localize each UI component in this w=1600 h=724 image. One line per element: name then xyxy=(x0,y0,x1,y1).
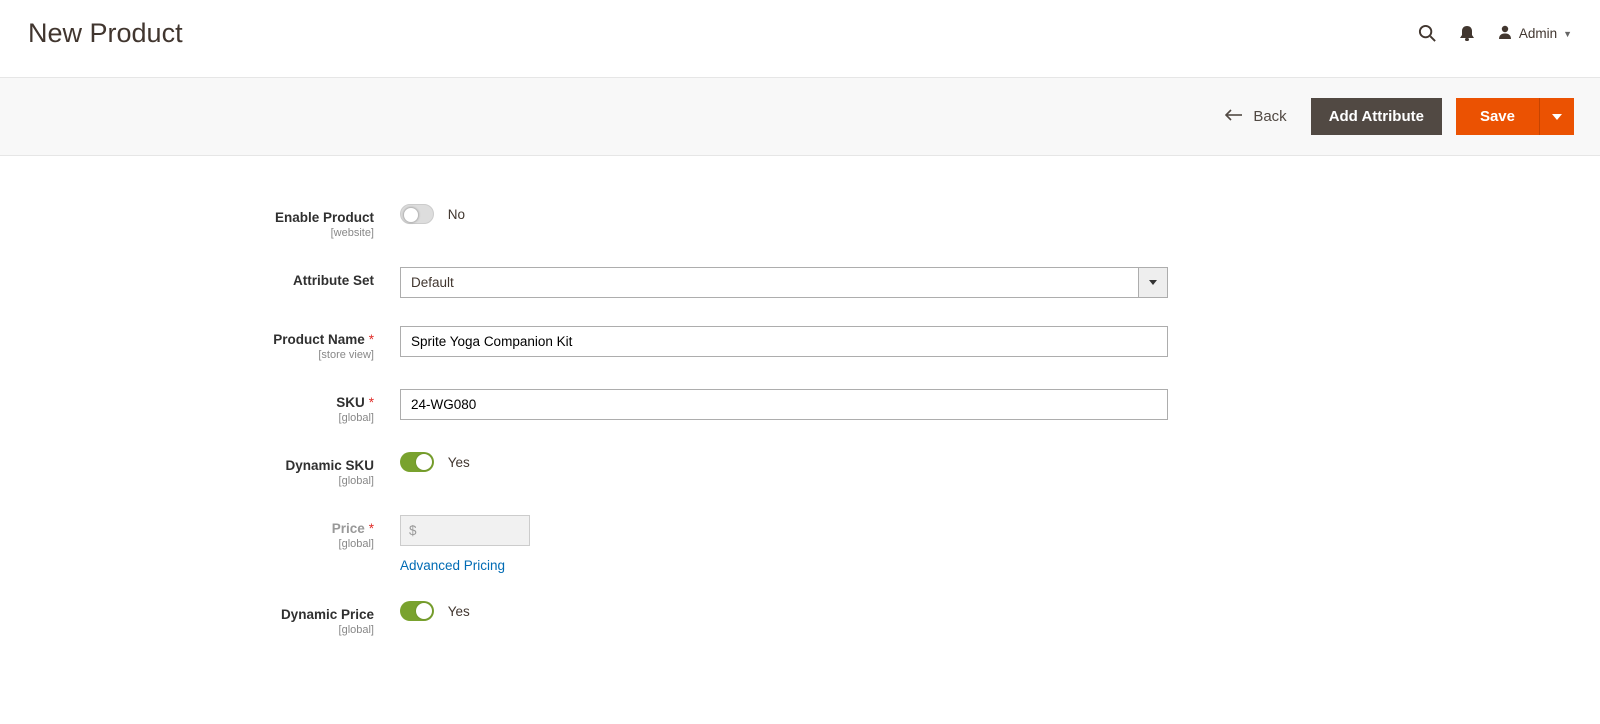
user-icon xyxy=(1497,24,1513,43)
dynamic-sku-label: Dynamic SKU xyxy=(0,458,374,473)
enable-product-value: No xyxy=(448,207,465,222)
header-actions: Admin ▼ xyxy=(1418,24,1572,43)
save-button[interactable]: Save xyxy=(1456,98,1540,135)
currency-symbol: $ xyxy=(401,516,425,545)
enable-product-scope: [website] xyxy=(0,227,374,239)
sku-input[interactable] xyxy=(400,389,1168,420)
attribute-set-label: Attribute Set xyxy=(0,273,374,288)
back-label: Back xyxy=(1253,108,1286,125)
dynamic-sku-value: Yes xyxy=(448,455,470,470)
product-name-input[interactable] xyxy=(400,326,1168,357)
field-dynamic-price: Dynamic Price [global] Yes xyxy=(0,601,1600,636)
action-bar: Back Add Attribute Save xyxy=(0,77,1600,156)
notification-bell-icon[interactable] xyxy=(1459,25,1475,43)
product-name-label: Product Name xyxy=(273,332,365,347)
field-sku: SKU * [global] xyxy=(0,389,1600,424)
field-attribute-set: Attribute Set Default xyxy=(0,267,1600,298)
arrow-left-icon xyxy=(1225,108,1243,125)
admin-label: Admin xyxy=(1519,26,1557,41)
search-icon[interactable] xyxy=(1418,24,1437,43)
attribute-set-select[interactable]: Default xyxy=(400,267,1168,298)
price-label: Price xyxy=(332,521,365,536)
page-header: New Product Admin ▼ xyxy=(0,0,1600,77)
dynamic-sku-scope: [global] xyxy=(0,475,374,487)
chevron-down-icon xyxy=(1138,267,1168,298)
save-button-group: Save xyxy=(1456,98,1574,135)
product-name-scope: [store view] xyxy=(0,349,374,361)
save-dropdown-button[interactable] xyxy=(1540,98,1574,135)
price-input-wrap: $ xyxy=(400,515,530,546)
back-button[interactable]: Back xyxy=(1215,100,1296,133)
enable-product-label: Enable Product xyxy=(0,210,374,225)
sku-scope: [global] xyxy=(0,412,374,424)
sku-label: SKU xyxy=(336,395,365,410)
required-asterisk: * xyxy=(369,521,374,536)
required-asterisk: * xyxy=(369,395,374,410)
admin-account-menu[interactable]: Admin ▼ xyxy=(1497,24,1572,43)
dynamic-sku-toggle[interactable] xyxy=(400,452,434,472)
dynamic-price-label: Dynamic Price xyxy=(0,607,374,622)
field-price: Price * [global] $ Advanced Pricing xyxy=(0,515,1600,573)
field-product-name: Product Name * [store view] xyxy=(0,326,1600,361)
price-scope: [global] xyxy=(0,538,374,550)
add-attribute-button[interactable]: Add Attribute xyxy=(1311,98,1442,135)
dynamic-price-value: Yes xyxy=(448,604,470,619)
attribute-set-value: Default xyxy=(400,267,1138,298)
field-enable-product: Enable Product [website] No xyxy=(0,204,1600,239)
product-form: Enable Product [website] No Attribute Se… xyxy=(0,156,1600,724)
dynamic-price-scope: [global] xyxy=(0,624,374,636)
required-asterisk: * xyxy=(369,332,374,347)
enable-product-toggle[interactable] xyxy=(400,204,434,224)
field-dynamic-sku: Dynamic SKU [global] Yes xyxy=(0,452,1600,487)
advanced-pricing-link[interactable]: Advanced Pricing xyxy=(400,558,505,573)
dynamic-price-toggle[interactable] xyxy=(400,601,434,621)
page-title: New Product xyxy=(28,18,183,49)
caret-down-icon: ▼ xyxy=(1563,29,1572,39)
price-input xyxy=(425,516,610,545)
